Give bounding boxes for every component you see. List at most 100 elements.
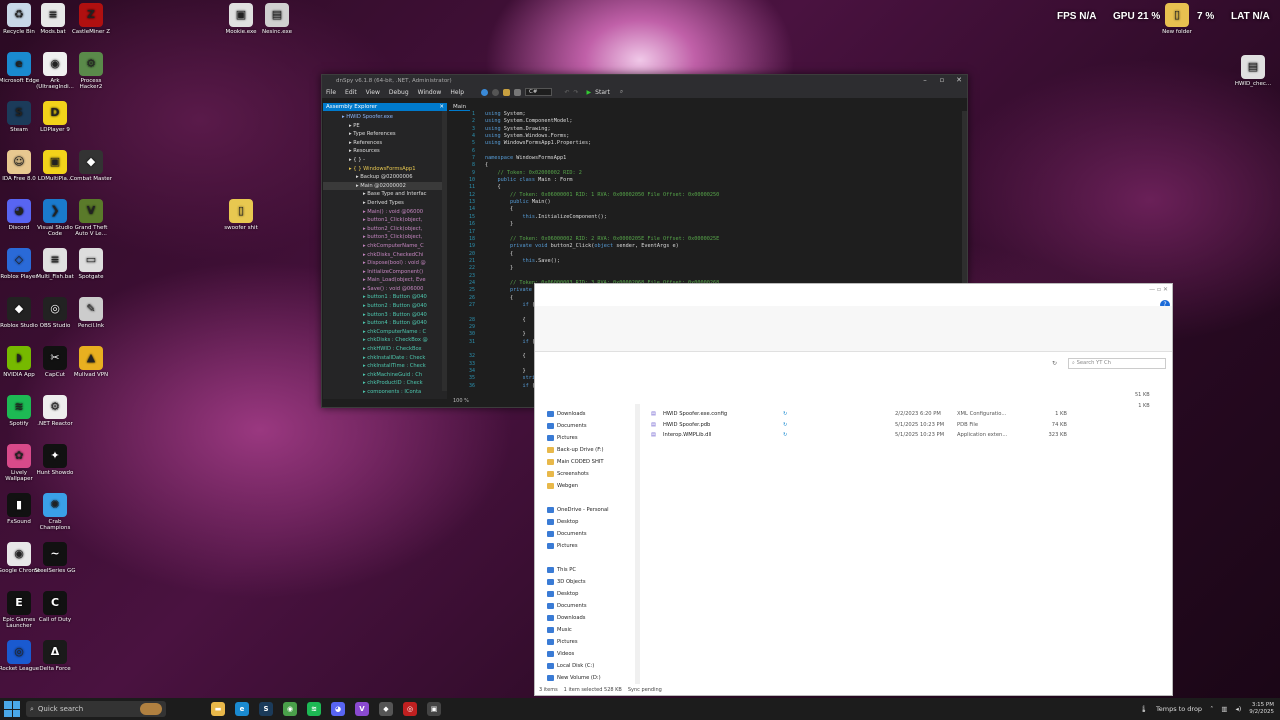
nav-item[interactable]: Back-up Drive (F:) [547,444,635,456]
nav-item[interactable]: Webgen [547,480,635,492]
dnspy-titlebar[interactable]: dnSpy v6.1.8 (64-bit, .NET, Administrato… [322,75,967,86]
desktop-icon-spotgate[interactable]: ▭ Spotgate [69,248,113,280]
tree-node[interactable]: ▸ InitializeComponent() [323,268,447,277]
desktop-icon-pencil-lnk[interactable]: ✎ Pencil.lnk [69,297,113,329]
desktop-icon-castleminer-z[interactable]: Z CastleMiner Z [69,3,113,35]
taskbar-discord-icon[interactable]: ◕ [331,702,345,716]
tree-node[interactable]: ▸ button1 : Button @040 [323,293,447,302]
nav-item[interactable]: Desktop [547,516,635,528]
tree-node[interactable]: ▸ Backup @02000006 [323,173,447,182]
nav-item[interactable]: 3D Objects [547,576,635,588]
desktop-icon-call-of-duty[interactable]: C Call of Duty [33,591,77,623]
nav-item[interactable]: Documents [547,600,635,612]
nav-item[interactable]: Downloads [547,612,635,624]
forward-icon[interactable] [492,88,500,96]
tree-node[interactable]: ▸ chkDisks_CheckedChi [323,251,447,260]
tree-node[interactable]: ▸ chkMachineGuid : Ch [323,371,447,380]
tree-node[interactable]: ▸ Main @02000002 [323,181,447,191]
close-panel-icon[interactable]: ✕ [439,103,444,111]
tree-node[interactable]: ▸ PE [323,122,447,131]
tree-node[interactable]: ▸ button4 : Button @040 [323,319,447,328]
start-icon[interactable] [4,701,20,717]
taskbar-visual-studio-icon[interactable]: V [355,702,369,716]
tree-node[interactable]: ▸ { } - [323,156,447,165]
nav-item[interactable]: Documents [547,420,635,432]
tree-node[interactable]: ▸ References [323,139,447,148]
tree-scrollbar[interactable] [442,111,447,391]
desktop-icon-swoofer-shit[interactable]: ▯ swoofer shit [219,199,263,231]
desktop-icon-mullvad-vpn[interactable]: ▲ Mullvad VPN [69,346,113,378]
tree-node[interactable]: ▸ Main() : void @06000 [323,208,447,217]
nav-item[interactable]: Main CODED SHIT [547,456,635,468]
redo-icon[interactable]: ↷ [574,89,579,96]
desktop-icon-crab-champions[interactable]: ✺ Crab Champions [33,493,77,532]
explorer-controls[interactable]: — ▫ ✕ [1149,286,1168,293]
nav-item[interactable]: Downloads [547,408,635,420]
desktop-icon-new-folder[interactable]: ▯ New folder [1155,3,1199,35]
refresh-icon[interactable]: ↻ [1052,360,1057,367]
taskbar-edge-icon[interactable]: e [235,702,249,716]
tree-node[interactable]: ▸ components : IConta [323,388,447,393]
nav-item[interactable]: Pictures [547,636,635,648]
close-button[interactable]: ✕ [951,75,967,86]
tree-node[interactable]: ▸ button3 : Button @040 [323,311,447,320]
file-row[interactable]: ▤ HWID Spoofer.exe.config ↻ 2/2/2023 6:20 P… [651,409,1167,420]
undo-icon[interactable]: ↶ [564,89,569,96]
tree-node[interactable]: ▸ chkDisks : CheckBox @ [323,336,447,345]
language-select[interactable]: C# [525,88,553,96]
start-button[interactable]: Start [595,89,610,96]
taskbar-search[interactable]: ⌕ Quick search [26,701,166,717]
desktop-icon-grand-theft-auto-v-le[interactable]: V Grand Theft Auto V Le... [69,199,113,238]
taskbar-spotify-icon[interactable]: ≋ [307,702,321,716]
menu-debug[interactable]: Debug [389,89,409,96]
tree-node[interactable]: ▸ HWID Spoofer.exe [323,113,447,122]
tab-main[interactable]: Main [449,104,471,111]
taskbar-app-icon[interactable]: ◆ [379,702,393,716]
taskbar-app2-icon[interactable]: ◎ [403,702,417,716]
tree-node[interactable]: ▸ Derived Types [323,199,447,208]
menu-window[interactable]: Window [418,89,442,96]
tray-chevron-icon[interactable]: ˄ [1210,705,1213,713]
search-box[interactable]: ⌕ Search YT Ch [1068,358,1166,369]
file-row[interactable]: ▤ Interop.WMPLib.dll ↻ 5/1/2025 10:23 PM App… [651,430,1167,441]
volume-icon[interactable]: ◂) [1235,705,1241,713]
taskbar-chrome-icon[interactable]: ◉ [283,702,297,716]
taskbar-steam-icon[interactable]: S [259,702,273,716]
maximize-button[interactable]: ▫ [934,75,950,86]
tree-node[interactable]: ▸ Dispose(bool) : void @ [323,259,447,268]
start-icon[interactable]: ▶ [587,89,592,96]
minimize-button[interactable]: – [917,75,933,86]
desktop-icon-hwid-chec[interactable]: ▤ HWID_chec... [1231,55,1275,87]
taskbar-file-explorer-icon[interactable]: ▬ [211,702,225,716]
nav-item[interactable]: This PC [547,564,635,576]
nav-item[interactable]: Documents [547,528,635,540]
tree-node[interactable]: ▸ chkComputerName : C [323,328,447,337]
nav-item[interactable]: Desktop [547,588,635,600]
tree-node[interactable]: ▸ { } WindowsFormsApp1 [323,165,447,174]
nav-item[interactable]: Local Disk (C:) [547,660,635,672]
nav-item[interactable]: Pictures [547,540,635,552]
tree-node[interactable]: ▸ button2 : Button @040 [323,302,447,311]
desktop-icon-ldplayer-9[interactable]: D LDPlayer 9 [33,101,77,133]
menu-edit[interactable]: Edit [345,89,357,96]
nav-item[interactable]: Pictures [547,432,635,444]
tree-node[interactable]: ▸ chkComputerName_C [323,242,447,251]
tree-node[interactable]: ▸ Resources [323,147,447,156]
desktop-icon-nesinc-exe[interactable]: ▤ Nesinc.exe [255,3,299,35]
desktop-icon-steelseries-gg[interactable]: ~ SteelSeries GG [33,542,77,574]
desktop-icon-combat-master[interactable]: ◆ Combat Master [69,150,113,182]
open-icon[interactable] [503,88,511,96]
back-icon[interactable] [481,88,489,96]
nav-item[interactable]: New Volume (D:) [547,672,635,684]
desktop-icon-delta-force[interactable]: Δ Delta Force [33,640,77,672]
nav-item[interactable]: Music [547,624,635,636]
menu-file[interactable]: File [326,89,336,96]
tree-node[interactable]: ▸ Save() : void @06000 [323,285,447,294]
file-explorer-window[interactable]: — ▫ ✕ ? ⌕ Search YT Ch ↻ Downloads Docume… [534,283,1173,696]
nav-item[interactable]: Screenshots [547,468,635,480]
menu-help[interactable]: Help [450,89,464,96]
taskbar-dnspy-icon[interactable]: ▣ [427,702,441,716]
tree-node[interactable]: ▸ chkInstallTime : Check [323,362,447,371]
desktop-icon-net-reactor[interactable]: ⚙ .NET Reactor [33,395,77,427]
network-icon[interactable]: ▥ [1221,705,1227,713]
